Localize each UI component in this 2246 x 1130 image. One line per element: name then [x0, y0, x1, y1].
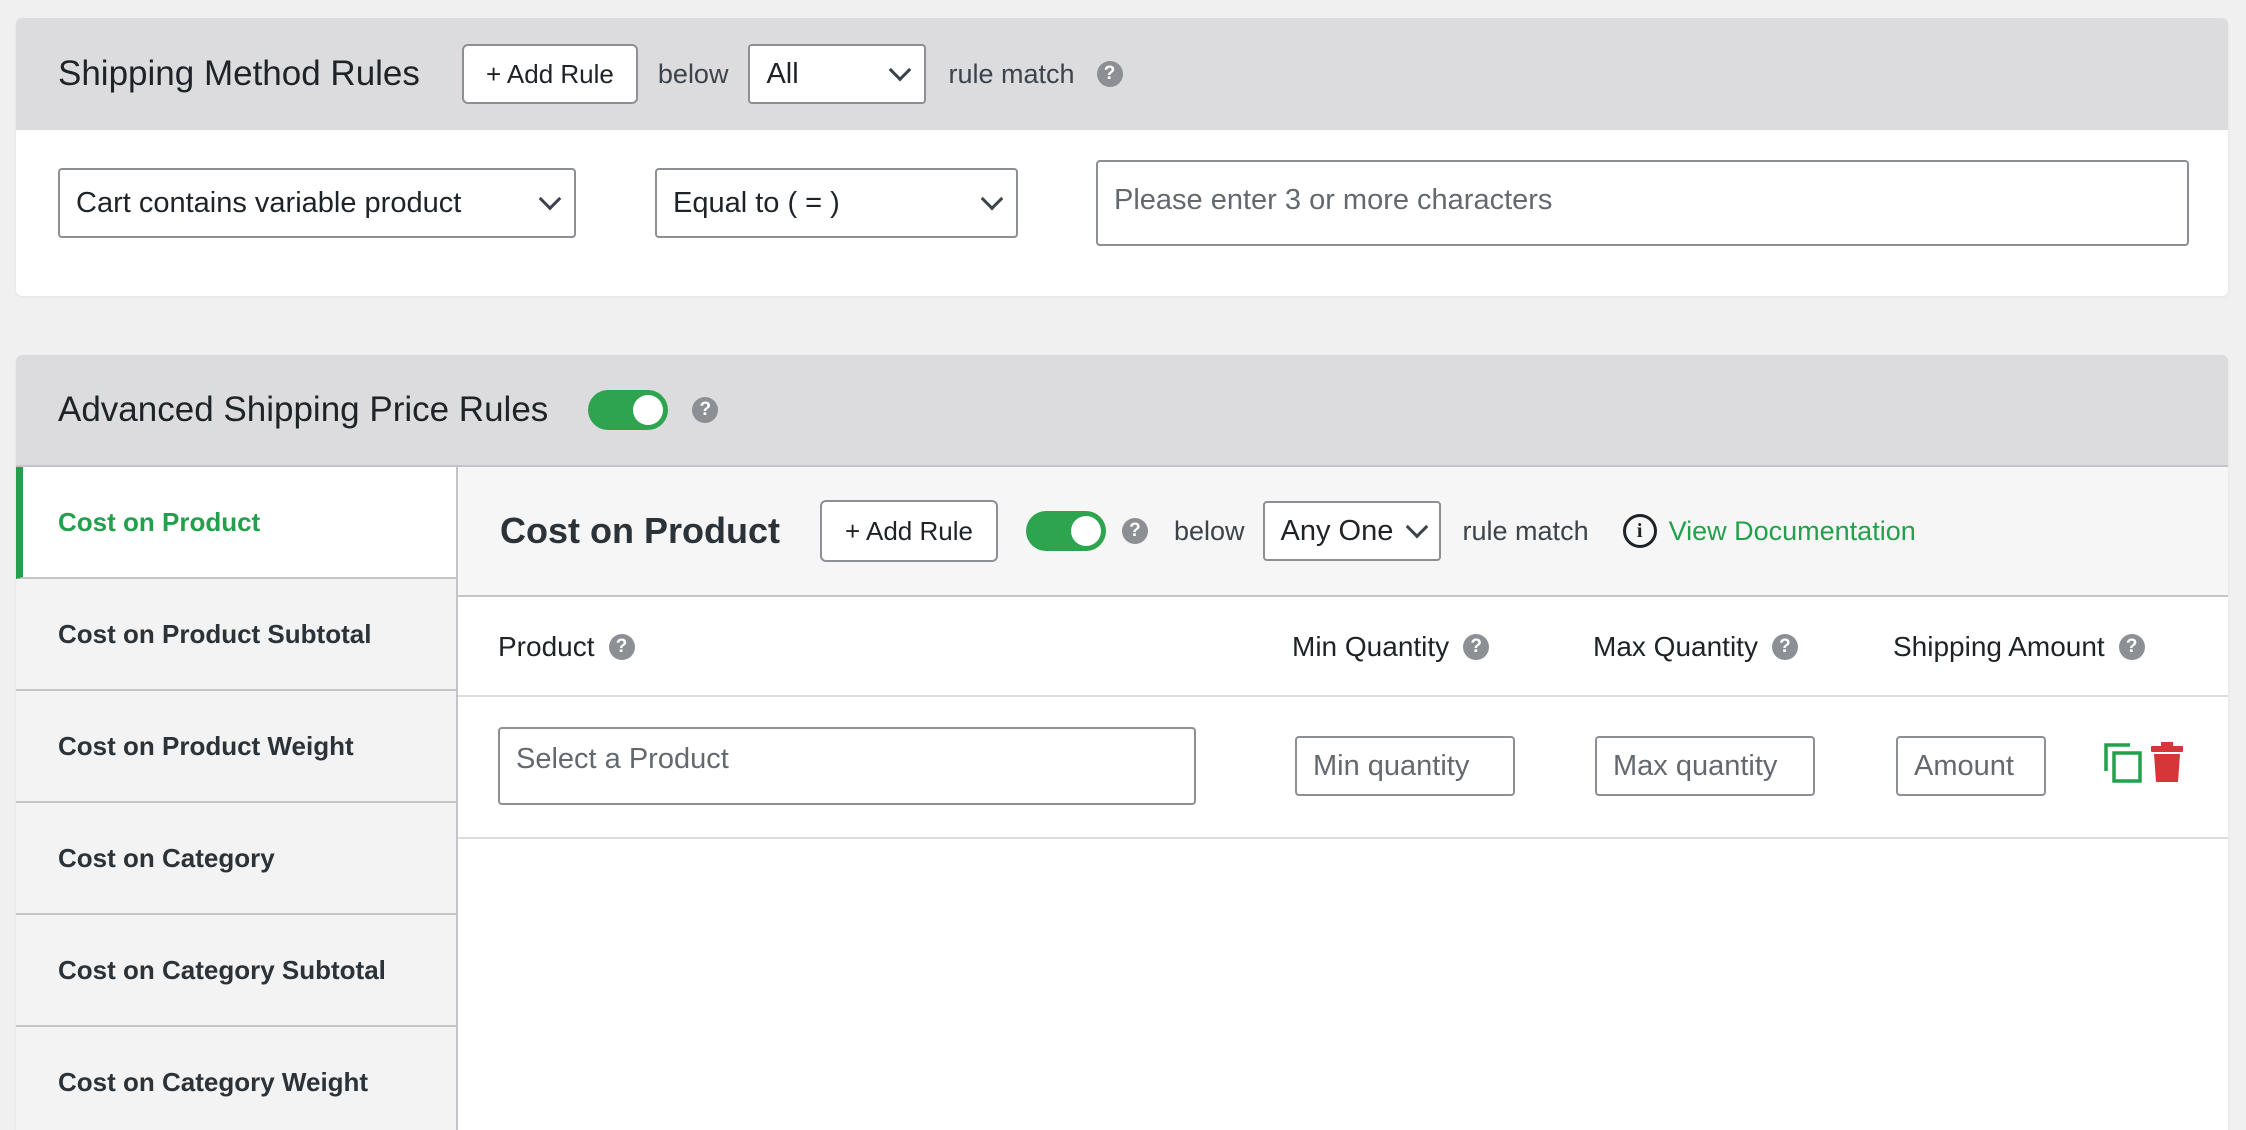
add-rule-button[interactable]: + Add Rule [461, 44, 638, 104]
sidebar-item-cost-on-product-subtotal[interactable]: Cost on Product Subtotal [16, 579, 456, 691]
column-max-quantity: Max Quantity ? [1593, 597, 1798, 697]
product-select-input[interactable]: Select a Product [498, 727, 1196, 805]
trash-icon[interactable] [2150, 741, 2184, 783]
sidebar-item-cost-on-product[interactable]: Cost on Product [16, 467, 456, 579]
sidebar-item-cost-on-category-weight[interactable]: Cost on Category Weight [16, 1027, 456, 1130]
column-max-quantity-label: Max Quantity [1593, 631, 1758, 662]
operator-select-value: Equal to ( = ) [673, 186, 840, 219]
shipping-amount-input[interactable]: Amount [1896, 736, 2046, 796]
rule-match-select[interactable]: All [748, 44, 927, 104]
max-quantity-placeholder: Max quantity [1613, 749, 1778, 782]
chevron-down-icon [538, 187, 562, 211]
shipping-method-rules-panel: Shipping Method Rules + Add Rule below A… [16, 18, 2228, 296]
sidebar-item-cost-on-category-subtotal[interactable]: Cost on Category Subtotal [16, 915, 456, 1027]
cost-on-product-title: Cost on Product [500, 510, 780, 551]
help-icon[interactable]: ? [2118, 634, 2145, 660]
cost-on-product-toggle[interactable] [1025, 511, 1106, 551]
min-quantity-input[interactable]: Min quantity [1295, 736, 1515, 796]
column-min-quantity: Min Quantity ? [1292, 597, 1490, 697]
below-label: below [1173, 515, 1245, 546]
max-quantity-input[interactable]: Max quantity [1595, 736, 1815, 796]
column-shipping-amount-label: Shipping Amount [1893, 631, 2105, 662]
column-product: Product ? [498, 597, 635, 697]
rule-match-select-value: Any One [1280, 514, 1394, 547]
operator-select[interactable]: Equal to ( = ) [655, 168, 1018, 238]
price-rules-sidebar: Cost on Product Cost on Product Subtotal… [16, 467, 458, 1130]
copy-icon[interactable] [2102, 741, 2144, 785]
shipping-method-rules-title: Shipping Method Rules [58, 54, 420, 93]
help-icon[interactable]: ? [1096, 61, 1123, 87]
advanced-shipping-price-rules-panel: Advanced Shipping Price Rules ? Cost on … [16, 355, 2228, 1130]
condition-select-value: Cart contains variable product [76, 186, 462, 219]
column-shipping-amount: Shipping Amount ? [1893, 597, 2145, 697]
help-icon[interactable]: ? [1771, 634, 1798, 660]
below-label: below [657, 58, 729, 89]
sidebar-item-cost-on-product-weight[interactable]: Cost on Product Weight [16, 691, 456, 803]
add-rule-button[interactable]: + Add Rule [819, 500, 998, 562]
rule-match-label: rule match [1462, 515, 1589, 546]
view-documentation-link[interactable]: View Documentation [1669, 516, 1916, 547]
help-icon[interactable]: ? [608, 634, 635, 660]
cost-on-product-header: Cost on Product + Add Rule ? below Any O… [458, 467, 2228, 597]
price-rules-header: Advanced Shipping Price Rules ? [16, 355, 2228, 467]
info-icon: i [1622, 514, 1657, 548]
table-row: Select a Product Min quantity Max quanti… [458, 697, 2228, 839]
column-product-label: Product [498, 631, 595, 662]
chevron-down-icon [980, 187, 1004, 211]
rule-match-select[interactable]: Any One [1262, 501, 1441, 561]
help-icon[interactable]: ? [692, 397, 719, 423]
condition-value-placeholder: Please enter 3 or more characters [1114, 184, 1553, 216]
table-header: Product ? Min Quantity ? Max Quantity ? … [458, 597, 2228, 697]
price-rules-toggle[interactable] [588, 390, 669, 430]
chevron-down-icon [1405, 515, 1428, 539]
shipping-method-rules-header: Shipping Method Rules + Add Rule below A… [16, 18, 2228, 130]
help-icon[interactable]: ? [1463, 634, 1490, 660]
rule-match-select-value: All [766, 57, 799, 90]
rule-match-label: rule match [948, 58, 1075, 89]
shipping-amount-placeholder: Amount [1914, 749, 2014, 782]
condition-value-input[interactable]: Please enter 3 or more characters [1096, 160, 2189, 246]
help-icon[interactable]: ? [1121, 518, 1148, 544]
condition-select[interactable]: Cart contains variable product [58, 168, 576, 238]
chevron-down-icon [889, 58, 912, 82]
sidebar-item-cost-on-category[interactable]: Cost on Category [16, 803, 456, 915]
column-min-quantity-label: Min Quantity [1292, 631, 1450, 662]
min-quantity-placeholder: Min quantity [1313, 749, 1470, 782]
price-rules-title: Advanced Shipping Price Rules [58, 390, 549, 429]
product-select-placeholder: Select a Product [516, 743, 729, 775]
cost-on-product-content: Cost on Product + Add Rule ? below Any O… [458, 467, 2228, 1130]
